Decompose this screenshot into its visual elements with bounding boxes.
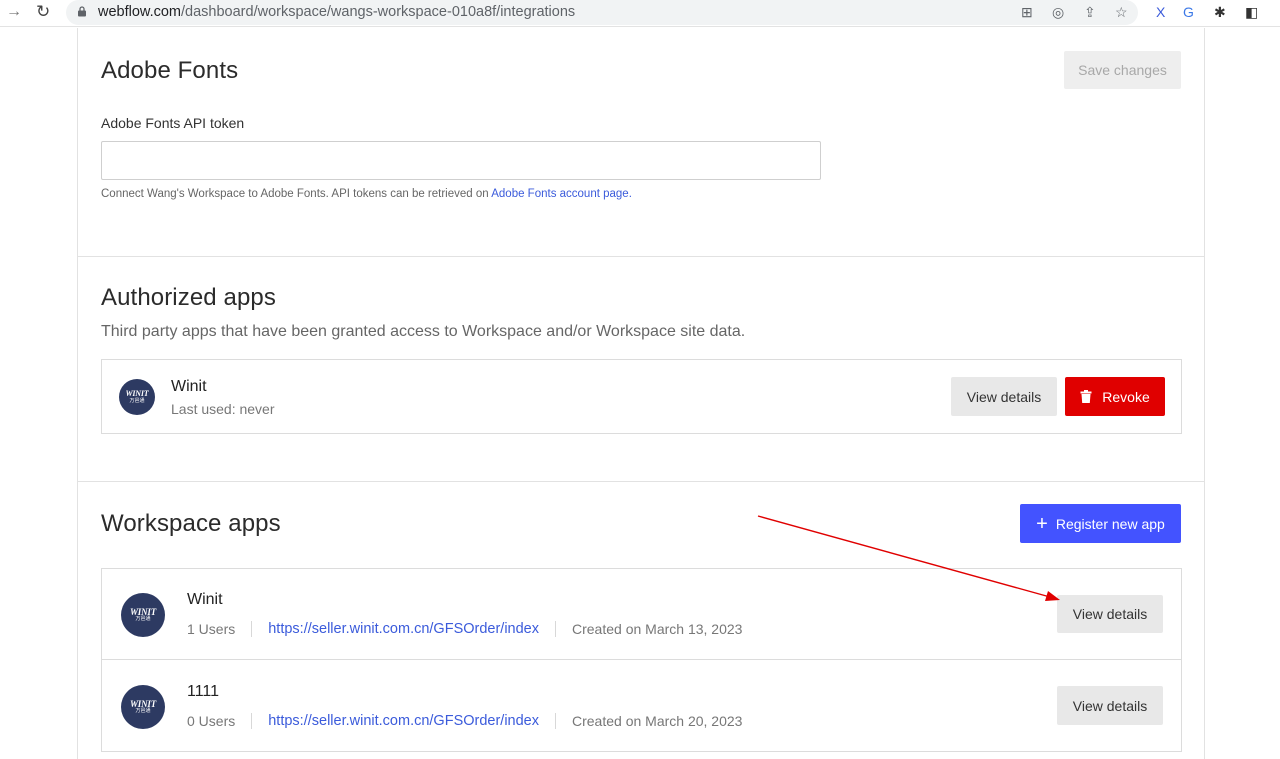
app-name: 1111 <box>187 683 220 700</box>
created-date: Created on March 20, 2023 <box>572 713 743 729</box>
app-logo: WINIT 万邑通 <box>121 593 165 637</box>
trash-icon <box>1080 390 1092 403</box>
app-logo: WINIT 万邑通 <box>121 685 165 729</box>
adobe-fonts-account-link[interactable]: Adobe Fonts account page. <box>491 188 632 200</box>
workspace-app-card: WINIT 万邑通 1111 0 Users https://seller.wi… <box>101 659 1182 752</box>
view-details-button[interactable]: View details <box>951 377 1057 416</box>
app-name: Winit <box>187 591 223 608</box>
revoke-button[interactable]: Revoke <box>1065 377 1165 416</box>
logo-sub: 万邑通 <box>135 708 151 714</box>
url-path: /dashboard/workspace/wangs-workspace-010… <box>181 4 576 20</box>
app-url-link[interactable]: https://seller.winit.com.cn/GFSOrder/ind… <box>268 621 539 637</box>
authorized-apps-section: Authorized apps Third party apps that ha… <box>77 257 1205 482</box>
authorized-apps-subtitle: Third party apps that have been granted … <box>101 323 746 340</box>
logo-text: WINIT <box>125 389 149 398</box>
api-token-help: Connect Wang's Workspace to Adobe Fonts.… <box>101 188 632 200</box>
last-used: Last used: never <box>171 401 275 417</box>
browser-toolbar: → ↻ webflow.com/dashboard/workspace/wang… <box>0 0 1280 27</box>
url-host: webflow.com <box>98 4 182 20</box>
logo-text: WINIT <box>129 607 156 617</box>
extension-x-icon[interactable]: X <box>1156 4 1165 20</box>
star-icon[interactable]: ☆ <box>1115 4 1128 21</box>
logo-text: WINIT <box>129 699 156 709</box>
eye-off-icon[interactable]: ◎ <box>1052 4 1064 21</box>
workspace-apps-title: Workspace apps <box>101 510 281 537</box>
revoke-label: Revoke <box>1102 388 1150 405</box>
reload-icon[interactable]: ↻ <box>36 2 50 22</box>
api-token-input[interactable] <box>101 141 821 180</box>
plus-icon: + <box>1036 512 1048 535</box>
divider <box>251 621 253 637</box>
divider <box>555 713 556 729</box>
view-details-button[interactable]: View details <box>1057 686 1163 725</box>
lock-icon <box>78 6 86 17</box>
sidebar-icon[interactable]: ◧ <box>1245 4 1258 21</box>
adobe-fonts-section: Adobe Fonts Save changes Adobe Fonts API… <box>77 28 1205 257</box>
puzzle-icon[interactable]: ✱ <box>1214 4 1226 21</box>
app-meta: 1 Users https://seller.winit.com.cn/GFSO… <box>187 621 742 637</box>
app-name: Winit <box>171 378 207 395</box>
adobe-fonts-title: Adobe Fonts <box>101 57 239 84</box>
save-changes-button[interactable]: Save changes <box>1064 51 1181 89</box>
divider <box>555 621 556 637</box>
google-translate-icon[interactable]: G <box>1183 4 1194 20</box>
divider <box>251 713 253 729</box>
app-meta: 0 Users https://seller.winit.com.cn/GFSO… <box>187 713 742 729</box>
user-count: 1 Users <box>187 621 236 637</box>
logo-sub: 万邑通 <box>129 398 145 404</box>
user-count: 0 Users <box>187 713 236 729</box>
view-details-button[interactable]: View details <box>1057 595 1163 633</box>
address-bar[interactable]: webflow.com/dashboard/workspace/wangs-wo… <box>66 0 1138 25</box>
workspace-apps-section: Workspace apps + Register new app WINIT … <box>77 482 1205 759</box>
app-url-link[interactable]: https://seller.winit.com.cn/GFSOrder/ind… <box>268 713 539 729</box>
logo-sub: 万邑通 <box>135 616 151 622</box>
workspace-app-card: WINIT 万邑通 Winit 1 Users https://seller.w… <box>101 568 1182 660</box>
share-icon[interactable]: ⇪ <box>1084 4 1096 21</box>
api-token-label: Adobe Fonts API token <box>101 115 245 131</box>
forward-icon[interactable]: → <box>6 3 22 21</box>
translate-icon[interactable]: ⊞ <box>1021 4 1033 21</box>
help-text: Connect Wang's Workspace to Adobe Fonts.… <box>101 188 492 200</box>
authorized-app-card: WINIT 万邑通 Winit Last used: never View de… <box>101 359 1182 434</box>
app-logo: WINIT 万邑通 <box>119 379 155 415</box>
authorized-apps-title: Authorized apps <box>101 284 276 311</box>
created-date: Created on March 13, 2023 <box>572 621 743 637</box>
url-text: webflow.com/dashboard/workspace/wangs-wo… <box>98 4 575 20</box>
register-new-app-button[interactable]: + Register new app <box>1020 504 1181 543</box>
register-label: Register new app <box>1055 515 1165 532</box>
